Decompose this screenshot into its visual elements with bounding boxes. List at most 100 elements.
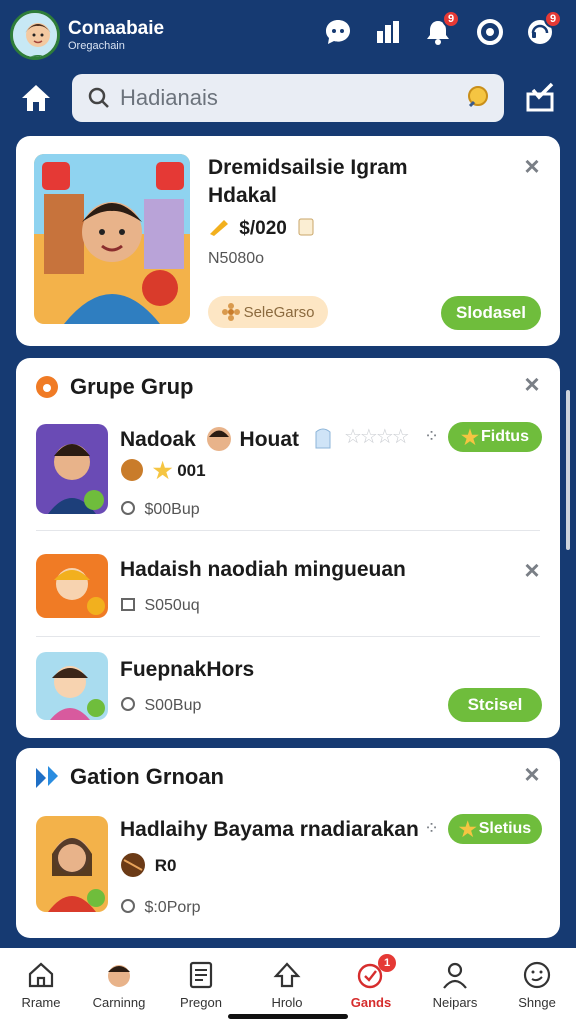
- player-art-icon: [36, 424, 108, 514]
- more-dots-icon[interactable]: ⁘: [424, 818, 439, 839]
- nav-item-coaching[interactable]: Carninng: [78, 960, 160, 1020]
- home-outline-icon: [28, 962, 54, 988]
- home-icon: [22, 85, 50, 111]
- nav-label: Pregon: [180, 995, 222, 1010]
- featured-price: $/020: [208, 218, 318, 240]
- featured-meta: N5080o: [208, 250, 265, 267]
- item-action-button[interactable]: ★ Fidtus: [448, 422, 542, 452]
- item-title: Hadaish naodiah mingueuan: [120, 558, 406, 581]
- item-thumbnail: [36, 424, 108, 514]
- nav-label: Neipars: [432, 995, 478, 1010]
- star-icon: ★: [461, 426, 479, 449]
- featured-thumbnail: [34, 154, 190, 324]
- player-avatar-icon: [206, 426, 232, 452]
- search-bar[interactable]: [72, 74, 504, 122]
- item-action-button[interactable]: ★ Sletius: [448, 814, 542, 844]
- price-value: $/020: [239, 218, 287, 239]
- item-count-value: R0: [154, 856, 177, 875]
- item-thumbnail: [36, 652, 108, 720]
- item-title: Nadoak Houat: [120, 426, 299, 452]
- item-count-value: 001: [177, 461, 206, 480]
- nav-item-more[interactable]: Shnge: [496, 960, 576, 1020]
- notifications-button[interactable]: 9: [422, 10, 460, 48]
- item-meta-text: $00Bup: [144, 501, 200, 518]
- avatar-icon: [108, 965, 130, 987]
- chat-button[interactable]: [322, 16, 354, 48]
- tag-icon: [120, 500, 136, 516]
- nav-label: Carninng: [92, 995, 146, 1010]
- bar-chart-icon: [377, 21, 399, 43]
- ball-icon: [120, 852, 146, 878]
- nav-badge: 1: [378, 954, 396, 972]
- group-title: Grupe Grup: [70, 374, 194, 399]
- home-button[interactable]: [18, 80, 54, 116]
- support-button[interactable]: 9: [524, 10, 562, 48]
- note-icon: [298, 218, 314, 236]
- item-action-label: Sletius: [478, 820, 532, 837]
- group-card: Grupe Grup × Nadoak Houat ☆☆☆☆ ⁘ ★ Fidtu…: [16, 358, 560, 738]
- star-icon: ★: [458, 818, 477, 841]
- check-inbox-icon: [526, 82, 554, 112]
- item-count: ★ 001: [120, 458, 206, 484]
- pencil-icon: [208, 218, 230, 236]
- close-icon[interactable]: ×: [520, 557, 544, 583]
- nav-label: Rrame: [21, 995, 61, 1010]
- divider: [36, 636, 540, 637]
- item-meta: $00Bup: [120, 500, 200, 519]
- child-art-icon: [36, 652, 108, 720]
- brand-name: Conaabaie: [68, 18, 165, 39]
- nav-item-players[interactable]: Neipars: [414, 960, 496, 1020]
- stats-button[interactable]: [372, 16, 404, 48]
- item-action-button[interactable]: Stcisel: [448, 688, 542, 722]
- support-badge: 9: [544, 10, 562, 28]
- smiley-icon: [523, 961, 551, 989]
- bottom-navigation: Rrame Carninng Pregon Hrolo 1 Gands Neip…: [0, 948, 576, 1024]
- filter-button[interactable]: [522, 80, 558, 116]
- nav-item-program[interactable]: Pregon: [160, 960, 242, 1020]
- divider: [36, 530, 540, 531]
- search-input[interactable]: [120, 82, 450, 114]
- gear-icon: [477, 19, 503, 45]
- group-title: Gation Grnoan: [70, 764, 224, 789]
- item-title: Hadlaihy Bayama rnadiarakan: [120, 818, 419, 841]
- nav-label: Shnge: [518, 995, 556, 1010]
- star-icon: ★: [152, 458, 173, 483]
- calendar-icon: [120, 596, 136, 612]
- close-icon[interactable]: ×: [520, 761, 544, 787]
- avatar-icon: [13, 13, 57, 57]
- nav-item-games[interactable]: 1 Gands: [330, 954, 412, 1020]
- scrollbar[interactable]: [566, 390, 570, 550]
- featured-tag[interactable]: SeleGarso: [208, 296, 328, 328]
- coin-search-icon[interactable]: [464, 84, 492, 112]
- nav-item-home[interactable]: Rrame: [0, 960, 82, 1020]
- share-icon: [273, 962, 301, 988]
- close-icon[interactable]: ×: [520, 153, 544, 179]
- notification-badge: 9: [442, 10, 460, 28]
- settings-button[interactable]: [474, 16, 506, 48]
- group-card: Gation Grnoan × Hadlaihy Bayama rnadiara…: [16, 748, 560, 938]
- featured-card[interactable]: Dremidsailsie Igram Hdakal $/020 N5080o …: [16, 136, 560, 346]
- close-icon[interactable]: ×: [520, 371, 544, 397]
- featured-action-button[interactable]: Slodasel: [441, 296, 541, 330]
- nav-label: Hrolo: [271, 995, 303, 1010]
- item-thumbnail: [36, 554, 108, 618]
- featured-tag-label: SeleGarso: [243, 303, 315, 321]
- featured-subtitle: Hdakal: [208, 184, 277, 207]
- search-icon: [88, 87, 109, 108]
- nav-item-share[interactable]: Hrolo: [246, 960, 328, 1020]
- person-icon: [443, 962, 467, 989]
- item-action-label: Fidtus: [480, 428, 529, 445]
- more-dots-icon[interactable]: ⁘: [424, 426, 439, 447]
- group-flame-icon: [36, 376, 58, 398]
- girl-art-icon: [36, 554, 108, 618]
- item-thumbnail: [36, 816, 108, 912]
- top-bar: Conaabaie Oregachain 9 9: [0, 0, 576, 66]
- glove-icon: [315, 428, 331, 449]
- item-meta: S050uq: [120, 596, 200, 615]
- featured-title: Dremidsailsie Igram: [208, 156, 408, 179]
- nav-label: Gands: [350, 995, 392, 1010]
- flower-icon: [221, 303, 240, 321]
- game-art-icon: [34, 154, 190, 324]
- chat-bubble-icon: [326, 20, 350, 44]
- user-avatar[interactable]: [10, 10, 60, 60]
